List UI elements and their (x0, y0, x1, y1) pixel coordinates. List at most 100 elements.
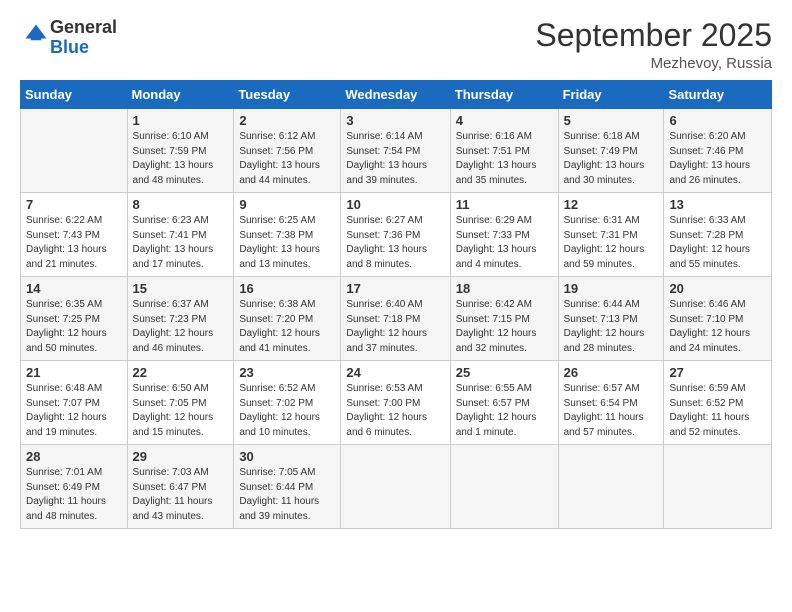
calendar-week-row: 28 Sunrise: 7:01 AMSunset: 6:49 PMDaylig… (21, 445, 772, 529)
day-detail: Sunrise: 6:44 AMSunset: 7:13 PMDaylight:… (564, 298, 659, 356)
day-detail: Sunrise: 6:29 AMSunset: 7:33 PMDaylight:… (456, 214, 553, 272)
calendar-week-row: 14 Sunrise: 6:35 AMSunset: 7:25 PMDaylig… (21, 277, 772, 361)
day-number: 2 (239, 113, 335, 128)
location: Mezhevoy, Russia (535, 55, 772, 72)
day-number: 26 (564, 365, 659, 380)
day-detail: Sunrise: 7:03 AMSunset: 6:47 PMDaylight:… (133, 466, 229, 524)
day-number: 18 (456, 281, 553, 296)
day-detail: Sunrise: 6:50 AMSunset: 7:05 PMDaylight:… (133, 382, 229, 440)
calendar-day-cell: 12 Sunrise: 6:31 AMSunset: 7:31 PMDaylig… (558, 193, 664, 277)
day-detail: Sunrise: 6:38 AMSunset: 7:20 PMDaylight:… (239, 298, 335, 356)
day-detail: Sunrise: 6:42 AMSunset: 7:15 PMDaylight:… (456, 298, 553, 356)
day-number: 12 (564, 197, 659, 212)
calendar-page: General Blue September 2025 Mezhevoy, Ru… (0, 0, 792, 612)
day-detail: Sunrise: 6:31 AMSunset: 7:31 PMDaylight:… (564, 214, 659, 272)
day-number: 29 (133, 449, 229, 464)
day-detail: Sunrise: 6:35 AMSunset: 7:25 PMDaylight:… (26, 298, 122, 356)
logo-blue: Blue (50, 37, 89, 57)
calendar-day-cell: 21 Sunrise: 6:48 AMSunset: 7:07 PMDaylig… (21, 361, 128, 445)
day-number: 24 (346, 365, 444, 380)
calendar-week-row: 1 Sunrise: 6:10 AMSunset: 7:59 PMDayligh… (21, 109, 772, 193)
day-number: 15 (133, 281, 229, 296)
day-number: 7 (26, 197, 122, 212)
day-detail: Sunrise: 7:01 AMSunset: 6:49 PMDaylight:… (26, 466, 122, 524)
calendar-day-cell (341, 445, 450, 529)
title-block: September 2025 Mezhevoy, Russia (535, 18, 772, 72)
calendar-day-cell: 1 Sunrise: 6:10 AMSunset: 7:59 PMDayligh… (127, 109, 234, 193)
day-number: 27 (669, 365, 766, 380)
calendar-day-cell: 9 Sunrise: 6:25 AMSunset: 7:38 PMDayligh… (234, 193, 341, 277)
day-number: 20 (669, 281, 766, 296)
day-number: 17 (346, 281, 444, 296)
day-number: 13 (669, 197, 766, 212)
calendar-day-cell: 6 Sunrise: 6:20 AMSunset: 7:46 PMDayligh… (664, 109, 772, 193)
calendar-day-cell: 26 Sunrise: 6:57 AMSunset: 6:54 PMDaylig… (558, 361, 664, 445)
calendar-table: Sunday Monday Tuesday Wednesday Thursday… (20, 80, 772, 529)
calendar-day-cell (664, 445, 772, 529)
day-number: 10 (346, 197, 444, 212)
calendar-day-cell: 11 Sunrise: 6:29 AMSunset: 7:33 PMDaylig… (450, 193, 558, 277)
calendar-day-cell: 27 Sunrise: 6:59 AMSunset: 6:52 PMDaylig… (664, 361, 772, 445)
day-number: 28 (26, 449, 122, 464)
day-number: 22 (133, 365, 229, 380)
logo: General Blue (20, 18, 117, 58)
day-number: 4 (456, 113, 553, 128)
col-friday: Friday (558, 81, 664, 109)
calendar-day-cell (450, 445, 558, 529)
calendar-week-row: 7 Sunrise: 6:22 AMSunset: 7:43 PMDayligh… (21, 193, 772, 277)
day-number: 3 (346, 113, 444, 128)
logo-icon (22, 21, 50, 49)
calendar-day-cell: 23 Sunrise: 6:52 AMSunset: 7:02 PMDaylig… (234, 361, 341, 445)
logo-text: General Blue (50, 18, 117, 58)
calendar-day-cell: 25 Sunrise: 6:55 AMSunset: 6:57 PMDaylig… (450, 361, 558, 445)
page-header: General Blue September 2025 Mezhevoy, Ru… (20, 18, 772, 72)
day-detail: Sunrise: 6:57 AMSunset: 6:54 PMDaylight:… (564, 382, 659, 440)
logo-general: General (50, 17, 117, 37)
calendar-day-cell: 2 Sunrise: 6:12 AMSunset: 7:56 PMDayligh… (234, 109, 341, 193)
day-detail: Sunrise: 6:25 AMSunset: 7:38 PMDaylight:… (239, 214, 335, 272)
col-tuesday: Tuesday (234, 81, 341, 109)
day-detail: Sunrise: 6:53 AMSunset: 7:00 PMDaylight:… (346, 382, 444, 440)
month-title: September 2025 (535, 18, 772, 53)
calendar-day-cell: 29 Sunrise: 7:03 AMSunset: 6:47 PMDaylig… (127, 445, 234, 529)
day-detail: Sunrise: 6:22 AMSunset: 7:43 PMDaylight:… (26, 214, 122, 272)
day-number: 23 (239, 365, 335, 380)
calendar-day-cell: 8 Sunrise: 6:23 AMSunset: 7:41 PMDayligh… (127, 193, 234, 277)
calendar-day-cell: 19 Sunrise: 6:44 AMSunset: 7:13 PMDaylig… (558, 277, 664, 361)
day-detail: Sunrise: 6:10 AMSunset: 7:59 PMDaylight:… (133, 130, 229, 188)
day-detail: Sunrise: 6:16 AMSunset: 7:51 PMDaylight:… (456, 130, 553, 188)
day-detail: Sunrise: 6:37 AMSunset: 7:23 PMDaylight:… (133, 298, 229, 356)
calendar-day-cell: 5 Sunrise: 6:18 AMSunset: 7:49 PMDayligh… (558, 109, 664, 193)
day-detail: Sunrise: 6:18 AMSunset: 7:49 PMDaylight:… (564, 130, 659, 188)
day-number: 21 (26, 365, 122, 380)
calendar-day-cell: 20 Sunrise: 6:46 AMSunset: 7:10 PMDaylig… (664, 277, 772, 361)
col-sunday: Sunday (21, 81, 128, 109)
calendar-day-cell (21, 109, 128, 193)
calendar-day-cell: 16 Sunrise: 6:38 AMSunset: 7:20 PMDaylig… (234, 277, 341, 361)
day-number: 9 (239, 197, 335, 212)
calendar-day-cell: 15 Sunrise: 6:37 AMSunset: 7:23 PMDaylig… (127, 277, 234, 361)
calendar-day-cell: 24 Sunrise: 6:53 AMSunset: 7:00 PMDaylig… (341, 361, 450, 445)
calendar-day-cell: 4 Sunrise: 6:16 AMSunset: 7:51 PMDayligh… (450, 109, 558, 193)
col-saturday: Saturday (664, 81, 772, 109)
day-detail: Sunrise: 6:46 AMSunset: 7:10 PMDaylight:… (669, 298, 766, 356)
calendar-day-cell: 10 Sunrise: 6:27 AMSunset: 7:36 PMDaylig… (341, 193, 450, 277)
day-number: 14 (26, 281, 122, 296)
calendar-day-cell: 30 Sunrise: 7:05 AMSunset: 6:44 PMDaylig… (234, 445, 341, 529)
day-number: 5 (564, 113, 659, 128)
calendar-header-row: Sunday Monday Tuesday Wednesday Thursday… (21, 81, 772, 109)
day-detail: Sunrise: 6:55 AMSunset: 6:57 PMDaylight:… (456, 382, 553, 440)
day-number: 11 (456, 197, 553, 212)
day-detail: Sunrise: 6:20 AMSunset: 7:46 PMDaylight:… (669, 130, 766, 188)
col-thursday: Thursday (450, 81, 558, 109)
day-detail: Sunrise: 6:23 AMSunset: 7:41 PMDaylight:… (133, 214, 229, 272)
day-number: 19 (564, 281, 659, 296)
day-detail: Sunrise: 6:14 AMSunset: 7:54 PMDaylight:… (346, 130, 444, 188)
calendar-day-cell: 28 Sunrise: 7:01 AMSunset: 6:49 PMDaylig… (21, 445, 128, 529)
day-number: 25 (456, 365, 553, 380)
calendar-day-cell: 7 Sunrise: 6:22 AMSunset: 7:43 PMDayligh… (21, 193, 128, 277)
day-detail: Sunrise: 6:33 AMSunset: 7:28 PMDaylight:… (669, 214, 766, 272)
calendar-day-cell: 17 Sunrise: 6:40 AMSunset: 7:18 PMDaylig… (341, 277, 450, 361)
day-number: 6 (669, 113, 766, 128)
day-detail: Sunrise: 7:05 AMSunset: 6:44 PMDaylight:… (239, 466, 335, 524)
